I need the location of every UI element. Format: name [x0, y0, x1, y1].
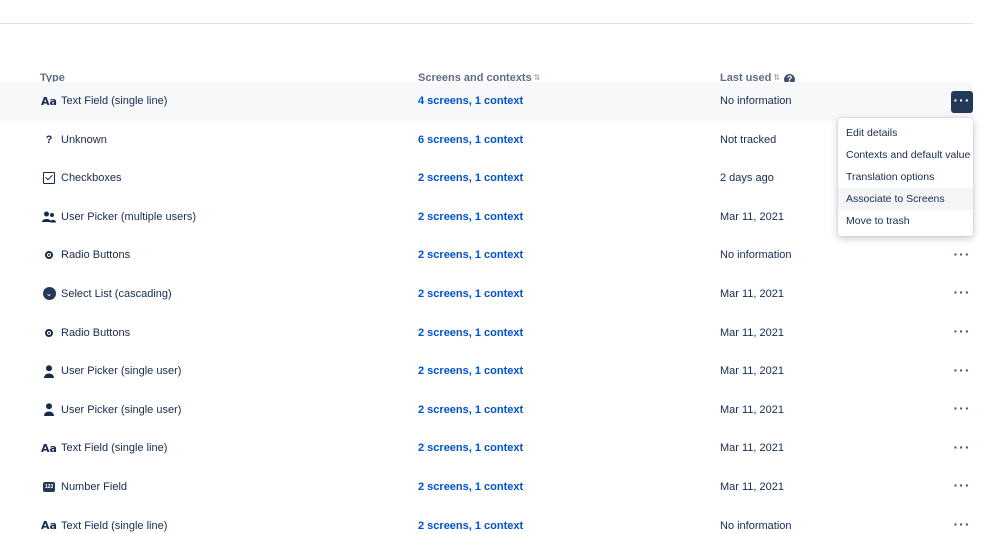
user-icon — [42, 364, 56, 378]
field-type: User Picker (single user) — [61, 403, 182, 416]
table-row: Radio Buttons 2 screens, 1 context No in… — [0, 236, 973, 275]
more-icon: ··· — [953, 438, 971, 455]
table-row: User Picker (multiple users) 2 screens, … — [0, 198, 973, 237]
field-type: User Picker (multiple users) — [61, 210, 197, 223]
text-field-icon: Aa — [41, 441, 57, 455]
last-used: Mar 11, 2021 — [720, 403, 785, 416]
screens-link[interactable]: 2 screens, 1 context — [418, 327, 523, 339]
table-row: User Picker (single user) 2 screens, 1 c… — [0, 391, 973, 430]
sort-icon[interactable]: ⇅ — [773, 73, 780, 82]
more-icon: ··· — [953, 284, 971, 301]
more-icon: ··· — [953, 323, 971, 340]
menu-item-move-to-trash[interactable]: Move to trash — [838, 210, 973, 232]
table-row: Aa Text Field (single line) 2 screens, 1… — [0, 429, 973, 468]
fields-table: Aa Text Field (single line) 4 screens, 1… — [0, 82, 973, 534]
more-actions-button[interactable]: ··· — [951, 477, 973, 499]
top-divider — [0, 23, 973, 24]
table-row: Aa Text Field (single line) 2 screens, 1… — [0, 507, 973, 534]
more-actions-button[interactable]: ··· — [951, 91, 973, 113]
screens-link[interactable]: 2 screens, 1 context — [418, 288, 523, 300]
field-type: Checkboxes — [61, 172, 122, 185]
select-list-icon: ⌄ — [42, 287, 56, 301]
more-actions-button[interactable]: ··· — [951, 284, 973, 306]
more-actions-button[interactable]: ··· — [951, 323, 973, 345]
menu-item-associate-screens[interactable]: Associate to Screens — [838, 188, 973, 210]
more-actions-button[interactable]: ··· — [951, 245, 973, 267]
last-used: Mar 11, 2021 — [720, 442, 785, 455]
table-row: ⌄ Select List (cascading) 2 screens, 1 c… — [0, 275, 973, 314]
last-used: Mar 11, 2021 — [720, 480, 785, 493]
more-icon: ··· — [953, 91, 971, 108]
field-type: Text Field (single line) — [61, 95, 168, 107]
last-used: Mar 11, 2021 — [720, 210, 785, 223]
screens-link[interactable]: 6 screens, 1 context — [418, 134, 523, 146]
radio-icon — [42, 248, 56, 262]
screens-link[interactable]: 2 screens, 1 context — [418, 172, 523, 184]
screens-link[interactable]: 2 screens, 1 context — [418, 249, 523, 261]
menu-item-edit-details[interactable]: Edit details — [838, 122, 973, 144]
more-icon: ··· — [953, 361, 971, 378]
table-row: 123 Number Field 2 screens, 1 context Ma… — [0, 468, 973, 507]
table-row: ? Unknown 6 screens, 1 context Not track… — [0, 121, 973, 160]
more-actions-button[interactable]: ··· — [951, 516, 973, 534]
more-actions-button[interactable]: ··· — [951, 361, 973, 383]
last-used: Mar 11, 2021 — [720, 365, 785, 378]
field-type: Text Field (single line) — [61, 442, 168, 455]
field-type: Radio Buttons — [61, 249, 131, 262]
more-icon: ··· — [953, 477, 971, 494]
last-used: 2 days ago — [720, 172, 774, 185]
radio-icon — [42, 326, 56, 340]
field-type: Unknown — [61, 133, 107, 146]
number-field-icon: 123 — [43, 481, 55, 492]
users-icon — [42, 210, 56, 224]
screens-link[interactable]: 2 screens, 1 context — [418, 211, 523, 223]
last-used: Not tracked — [720, 133, 777, 146]
last-used: Mar 11, 2021 — [720, 287, 785, 300]
screens-link[interactable]: 2 screens, 1 context — [418, 365, 523, 377]
checkbox-icon — [42, 171, 56, 185]
sort-icon[interactable]: ⇅ — [534, 73, 541, 82]
last-used: No information — [720, 249, 792, 262]
menu-item-translation-options[interactable]: Translation options — [838, 166, 973, 188]
field-type: Text Field (single line) — [61, 519, 168, 532]
more-icon: ··· — [953, 400, 971, 417]
table-row: Aa Text Field (single line) 4 screens, 1… — [0, 82, 973, 121]
field-type: Select List (cascading) — [61, 287, 172, 300]
screens-link[interactable]: 4 screens, 1 context — [418, 95, 523, 107]
unknown-icon: ? — [45, 133, 53, 146]
more-icon: ··· — [953, 516, 971, 533]
screens-link[interactable]: 2 screens, 1 context — [418, 442, 523, 454]
more-actions-button[interactable]: ··· — [951, 400, 973, 422]
last-used: No information — [720, 519, 792, 532]
table-row: User Picker (single user) 2 screens, 1 c… — [0, 352, 973, 391]
menu-item-contexts-default[interactable]: Contexts and default value — [838, 144, 973, 166]
text-field-icon: Aa — [41, 519, 57, 533]
last-used: Mar 11, 2021 — [720, 326, 785, 339]
table-row: Radio Buttons 2 screens, 1 context Mar 1… — [0, 314, 973, 353]
last-used: No information — [720, 95, 792, 107]
screens-link[interactable]: 2 screens, 1 context — [418, 481, 523, 493]
custom-fields-page: Type Screens and contexts ⇅ Last used ⇅? A… — [0, 0, 998, 534]
text-field-icon: Aa — [41, 94, 57, 108]
table-row: Checkboxes 2 screens, 1 context 2 days a… — [0, 159, 973, 198]
user-icon — [42, 403, 56, 417]
more-icon: ··· — [953, 245, 971, 262]
field-type: Number Field — [61, 480, 128, 493]
field-type: Radio Buttons — [61, 326, 131, 339]
more-actions-button[interactable]: ··· — [951, 438, 973, 460]
field-type: User Picker (single user) — [61, 365, 182, 378]
screens-link[interactable]: 2 screens, 1 context — [418, 404, 523, 416]
screens-link[interactable]: 2 screens, 1 context — [418, 520, 523, 532]
more-actions-menu: Edit details Contexts and default value … — [838, 118, 973, 236]
